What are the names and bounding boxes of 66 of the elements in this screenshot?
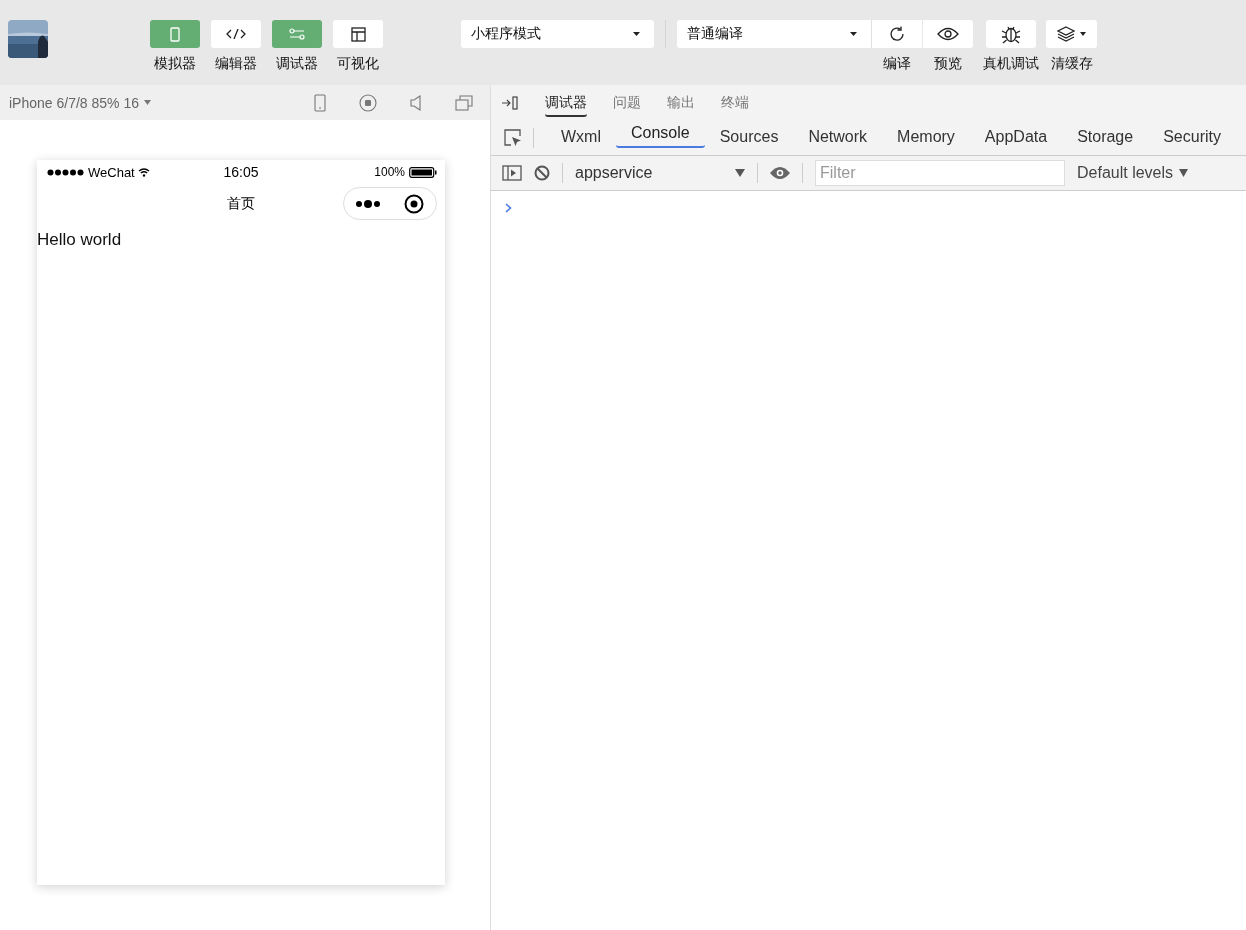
sidebar-toggle-icon[interactable] <box>502 165 522 181</box>
refresh-icon <box>888 25 906 43</box>
levels-dropdown[interactable]: Default levels <box>1077 164 1189 182</box>
caret-icon <box>633 32 640 36</box>
page-title: 首页 <box>227 195 255 213</box>
more-icon <box>355 198 381 209</box>
layout-icon <box>350 26 366 42</box>
panel-tab[interactable]: Network <box>793 120 883 155</box>
page-text: Hello world <box>37 229 123 250</box>
toolbar-button[interactable] <box>871 20 922 48</box>
toolbar-button[interactable] <box>1046 20 1097 48</box>
toggle-label: 模拟器 <box>154 55 196 73</box>
compile-dropdown[interactable]: 普通编译 <box>677 20 871 48</box>
toggle-label: 可视化 <box>337 55 379 73</box>
mode-dropdown[interactable]: 小程序模式 <box>461 20 654 48</box>
eye-icon <box>937 27 959 41</box>
battery-icon <box>409 166 437 178</box>
carrier-name: WeChat <box>88 164 135 180</box>
battery-percent: 100% <box>374 165 405 179</box>
panel-tab[interactable]: AppData <box>969 120 1063 155</box>
clock-time: 16:05 <box>223 164 259 180</box>
clear-icon[interactable] <box>534 165 550 181</box>
debugger-tab[interactable]: 输出 <box>667 85 695 120</box>
signal-icon <box>47 168 85 176</box>
window-icon[interactable] <box>455 94 473 111</box>
phone-icon <box>170 26 180 42</box>
eye-icon[interactable] <box>770 167 790 179</box>
code-icon <box>226 29 246 39</box>
inspect-icon[interactable] <box>504 128 522 147</box>
view-toggle-button[interactable] <box>333 20 383 48</box>
caret-icon <box>144 100 151 105</box>
filter-field[interactable]: Filter <box>815 160 1065 186</box>
action-label: 清缓存 <box>1050 55 1093 73</box>
bug-icon <box>1001 24 1021 44</box>
action-label: 编译 <box>882 55 911 73</box>
view-toggle-button[interactable] <box>211 20 261 48</box>
record-icon[interactable] <box>359 93 377 112</box>
debugger-tab[interactable]: 调试器 <box>545 88 587 117</box>
panel-tab[interactable]: Console <box>616 120 705 148</box>
dock-icon[interactable] <box>501 95 519 110</box>
debugger-tab[interactable]: 终端 <box>721 85 749 120</box>
panel-tab[interactable]: Wxml <box>546 120 616 155</box>
context-dropdown[interactable]: appservice <box>575 164 745 182</box>
device-selector[interactable]: iPhone 6/7/8 85% 16 <box>9 94 151 111</box>
view-toggle-button[interactable] <box>150 20 200 48</box>
toggle-label: 调试器 <box>276 55 318 73</box>
toolbar-button[interactable] <box>923 20 973 48</box>
action-label: 真机调试 <box>983 55 1039 73</box>
debugger-tab[interactable]: 问题 <box>613 85 641 120</box>
prompt-icon <box>505 203 512 213</box>
layers-icon <box>1057 26 1075 42</box>
speaker-icon[interactable] <box>410 94 422 111</box>
action-label: 预览 <box>934 55 962 73</box>
caret-icon <box>1080 32 1086 36</box>
view-toggle-button[interactable] <box>272 20 322 48</box>
panel-tab[interactable]: Sources <box>704 120 794 155</box>
panel-tab[interactable]: Storage <box>1062 120 1149 155</box>
caret-icon <box>1179 169 1189 177</box>
wifi-icon <box>137 167 150 177</box>
toolbar-button[interactable] <box>986 20 1036 48</box>
toggle-label: 编辑器 <box>215 55 257 73</box>
caret-icon <box>735 169 745 177</box>
panel-tab[interactable]: Security <box>1148 120 1236 155</box>
panel-tab[interactable]: Memory <box>882 120 970 155</box>
sliders-icon <box>289 28 305 40</box>
caret-icon <box>850 32 857 36</box>
